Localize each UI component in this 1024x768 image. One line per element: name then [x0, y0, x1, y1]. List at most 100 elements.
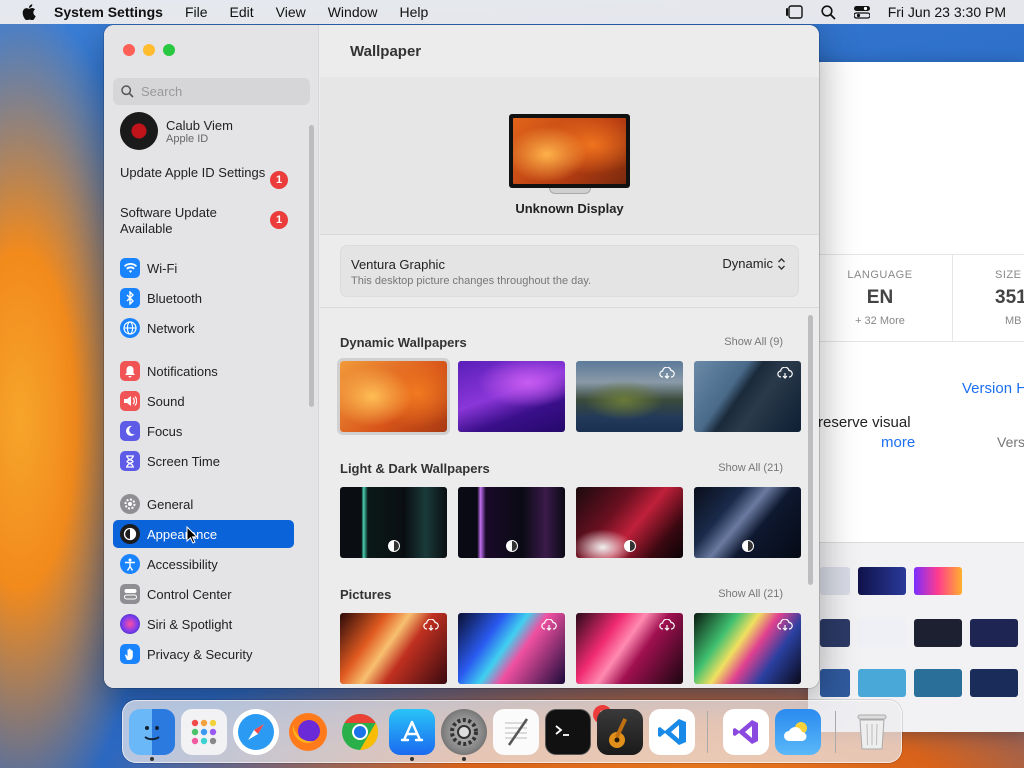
speaker-icon	[120, 391, 140, 411]
control-center-menu-icon[interactable]	[853, 5, 870, 19]
close-button[interactable]	[123, 44, 135, 56]
dock-terminal-icon[interactable]	[545, 709, 591, 755]
sidebar-item-label: Screen Time	[147, 453, 220, 469]
show-all-light-dark-button[interactable]: Show All (21)	[718, 462, 783, 474]
wallpaper-tile-pink-swirl[interactable]	[576, 613, 683, 684]
dock-visual-studio-icon[interactable]	[723, 709, 769, 755]
version-history-link[interactable]: Version H	[962, 380, 1024, 397]
sidebar-item-accessibility[interactable]: Accessibility	[113, 550, 294, 578]
stat-sub: + 32 More	[855, 315, 905, 327]
stat-label: SIZE	[995, 269, 1022, 281]
menu-window[interactable]: Window	[328, 4, 378, 20]
sidebar-item-label: Accessibility	[147, 556, 218, 572]
sidebar-item-label: Control Center	[147, 586, 232, 602]
zoom-button[interactable]	[163, 44, 175, 56]
update-apple-id-settings[interactable]: Update Apple ID Settings	[120, 165, 270, 181]
wallpaper-mode-dropdown[interactable]: Dynamic	[722, 256, 786, 271]
stat-language: LANGUAGE EN + 32 More	[808, 255, 953, 341]
chevron-up-down-icon	[778, 257, 785, 270]
dock-finder-icon[interactable]	[129, 709, 175, 755]
background-app-window[interactable]: LANGUAGE EN + 32 More SIZE 351. MB Versi…	[808, 62, 1024, 732]
wallpaper-tile-blue-swirl[interactable]	[458, 613, 565, 684]
gallery-thumb	[858, 567, 906, 595]
wallpaper-tile-orange-swirl[interactable]	[340, 613, 447, 684]
sidebar-item-focus[interactable]: Focus	[113, 417, 294, 445]
moon-icon	[120, 421, 140, 441]
sidebar-item-bluetooth[interactable]: Bluetooth	[113, 284, 294, 312]
stat-value: 351.	[995, 287, 1024, 308]
sidebar-item-wifi[interactable]: Wi-Fi	[113, 254, 294, 282]
sidebar-scrollbar[interactable]	[309, 125, 314, 407]
dock-textedit-icon[interactable]	[493, 709, 539, 755]
wallpaper-tile-monterey[interactable]	[458, 361, 565, 432]
dock-weather-icon[interactable]	[775, 709, 821, 755]
sidebar-item-label: Wi-Fi	[147, 260, 178, 276]
dock-garageband-icon[interactable]	[597, 709, 643, 755]
stage-manager-icon[interactable]	[785, 5, 803, 19]
version-text: Vers	[997, 434, 1024, 450]
avatar	[120, 112, 158, 150]
dock-launchpad-icon[interactable]	[181, 709, 227, 755]
display-preview: Unknown Display	[320, 77, 819, 235]
dock-vscode-icon[interactable]	[649, 709, 695, 755]
system-settings-window: Calub Viem Apple ID Update Apple ID Sett…	[104, 25, 819, 688]
wallpaper-pane: Wallpaper Unknown Display Ventura Graphi…	[320, 25, 819, 688]
search-field[interactable]	[113, 78, 310, 105]
bell-icon	[120, 361, 140, 381]
gallery-thumb	[858, 669, 906, 697]
light-dark-icon	[387, 540, 400, 552]
dock-trash-icon[interactable]	[849, 709, 895, 755]
menu-clock[interactable]: Fri Jun 23 3:30 PM	[888, 4, 1006, 20]
show-all-dynamic-button[interactable]: Show All (9)	[724, 336, 783, 348]
sidebar-item-siri-spotlight[interactable]: Siri & Spotlight	[113, 610, 294, 638]
sidebar-item-privacy-security[interactable]: Privacy & Security	[113, 640, 294, 668]
dock-safari-icon[interactable]	[233, 709, 279, 755]
globe-icon	[120, 318, 140, 338]
wallpaper-tile-green-swirl[interactable]	[694, 613, 801, 684]
gallery-thumb	[820, 567, 850, 595]
dock-app-store-icon[interactable]	[389, 709, 435, 755]
sidebar-item-appearance[interactable]: Appearance	[113, 520, 294, 548]
software-update-available[interactable]: Software Update Available	[120, 205, 270, 237]
sidebar-item-general[interactable]: General	[113, 490, 294, 518]
description-text: reserve visual	[818, 414, 911, 431]
section-title-pictures: Pictures	[340, 587, 392, 602]
content-scrollbar[interactable]	[808, 315, 813, 585]
sidebar-item-screen-time[interactable]: Screen Time	[113, 447, 294, 475]
wifi-icon	[120, 258, 140, 278]
menu-help[interactable]: Help	[400, 4, 429, 20]
sidebar-item-notifications[interactable]: Notifications	[113, 357, 294, 385]
menu-view[interactable]: View	[276, 4, 306, 20]
wallpaper-tile-catalina-day[interactable]	[576, 361, 683, 432]
menu-file[interactable]: File	[185, 4, 208, 20]
wallpaper-tile-blue-wave[interactable]	[694, 487, 801, 558]
menu-bar: System Settings File Edit View Window He…	[0, 0, 1024, 24]
wallpaper-tile-macbook-teal[interactable]	[340, 487, 447, 558]
dock-system-settings-icon[interactable]	[441, 709, 487, 755]
apple-id-profile[interactable]: Calub Viem Apple ID	[120, 112, 233, 150]
light-dark-wallpapers-row	[340, 487, 801, 558]
dock-firefox-icon[interactable]	[285, 709, 331, 755]
light-dark-icon	[505, 540, 518, 552]
wallpaper-tile-red-wave[interactable]	[576, 487, 683, 558]
apple-logo-icon[interactable]	[18, 4, 40, 20]
menu-edit[interactable]: Edit	[230, 4, 254, 20]
wallpaper-tile-ventura[interactable]	[337, 358, 450, 435]
minimize-button[interactable]	[143, 44, 155, 56]
menu-app-name[interactable]: System Settings	[54, 4, 163, 20]
window-controls	[123, 44, 175, 56]
gear-icon	[120, 494, 140, 514]
dock-chrome-icon[interactable]	[337, 709, 383, 755]
wallpaper-description: This desktop picture changes throughout …	[351, 275, 592, 287]
sidebar-item-label: Network	[147, 320, 195, 336]
sidebar-item-network[interactable]: Network	[113, 314, 294, 342]
more-link[interactable]: more	[881, 434, 915, 451]
sidebar-item-sound[interactable]: Sound	[113, 387, 294, 415]
search-input[interactable]	[141, 84, 291, 99]
sidebar-item-control-center[interactable]: Control Center	[113, 580, 294, 608]
gallery-thumb	[914, 669, 962, 697]
show-all-pictures-button[interactable]: Show All (21)	[718, 588, 783, 600]
wallpaper-tile-catalina-night[interactable]	[694, 361, 801, 432]
spotlight-search-icon[interactable]	[821, 4, 836, 20]
wallpaper-tile-macbook-purple[interactable]	[458, 487, 565, 558]
